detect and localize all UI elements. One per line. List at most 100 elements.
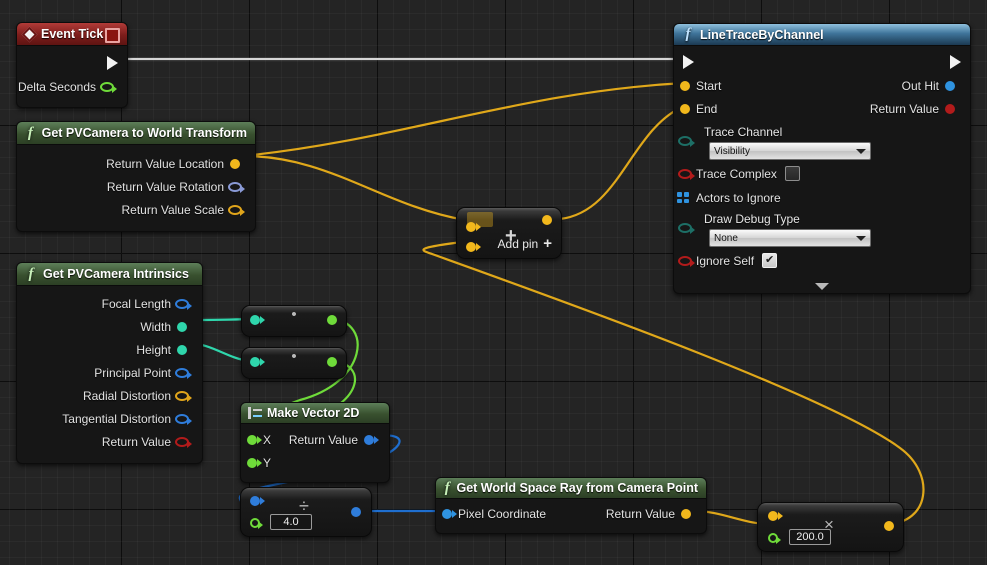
trace-channel-dropdown[interactable]: Visibility <box>709 142 871 160</box>
output-pin-return-value-rotation[interactable]: Return Value Rotation <box>17 175 255 198</box>
vector2d-pin-icon[interactable] <box>175 298 192 310</box>
chevron-down-icon[interactable] <box>815 283 829 290</box>
vector2d-pin-icon[interactable] <box>175 413 192 425</box>
pin-start[interactable] <box>674 80 696 91</box>
node-divide[interactable]: 4.0 ÷ <box>240 487 372 537</box>
output-pin-tangential-distortion[interactable]: Tangential Distortion <box>17 407 202 430</box>
struct-pin-icon[interactable] <box>175 390 192 402</box>
int-pin-icon[interactable] <box>250 357 265 367</box>
chevron-down-icon[interactable] <box>856 235 866 241</box>
ignore-self-checkbox[interactable]: ✔ <box>762 253 778 268</box>
pin-out-hit[interactable] <box>939 80 961 91</box>
float-pin-icon[interactable] <box>768 533 781 544</box>
pin-row-end-returnvalue[interactable]: End Return Value <box>674 97 970 120</box>
bool-pin-icon[interactable] <box>945 103 955 114</box>
pin-row-y[interactable]: Y <box>241 451 389 474</box>
pin-multiply-a[interactable] <box>768 511 783 521</box>
pin-principal-point[interactable] <box>171 367 193 379</box>
pin-row-pixel-coordinate[interactable]: Pixel Coordinate Return Value <box>436 502 706 525</box>
pin-add-a[interactable] <box>466 222 481 232</box>
pin-divide-result[interactable] <box>351 507 361 517</box>
pin-height[interactable] <box>171 344 193 355</box>
output-pin-return-value-location[interactable]: Return Value Location <box>17 152 255 175</box>
pin-radial-distortion[interactable] <box>171 390 193 402</box>
vector2d-pin-icon[interactable] <box>364 434 379 445</box>
output-pin-return-value-scale[interactable]: Return Value Scale <box>17 198 255 221</box>
pin-conv-width-in[interactable] <box>250 315 265 325</box>
output-pin-focal-length[interactable]: Focal Length <box>17 292 202 315</box>
vector-pin-icon[interactable] <box>680 103 690 114</box>
pin-multiply-b[interactable] <box>768 533 781 544</box>
pin-trace-channel[interactable] <box>674 136 696 147</box>
node-add-vector[interactable]: + Add pin + <box>456 207 562 259</box>
output-pin-height[interactable]: Height <box>17 338 202 361</box>
param-draw-debug-type[interactable]: Draw Debug Type None <box>674 212 970 248</box>
output-pin-return-value[interactable]: Return Value <box>17 430 202 453</box>
pin-width[interactable] <box>171 321 193 332</box>
pin-trace-complex[interactable] <box>674 168 696 180</box>
int-pin-icon[interactable] <box>177 321 187 332</box>
pin-divide-a[interactable] <box>250 496 265 506</box>
vector2d-pin-icon[interactable] <box>250 496 265 506</box>
param-trace-channel[interactable]: Trace Channel Visibility <box>674 125 970 161</box>
param-ignore-self[interactable]: Ignore Self ✔ <box>674 248 970 273</box>
pin-return-value[interactable] <box>171 436 193 448</box>
pin-row-x[interactable]: X Return Value <box>241 428 389 451</box>
pin-actors-to-ignore[interactable] <box>674 192 696 203</box>
float-pin-icon[interactable] <box>247 434 262 445</box>
vector-pin-icon[interactable] <box>884 521 894 531</box>
node-convert-width-to-float[interactable]: • <box>241 305 347 337</box>
draw-debug-type-dropdown[interactable]: None <box>709 229 871 247</box>
plus-icon[interactable]: + <box>543 235 552 252</box>
output-pin-radial-distortion[interactable]: Radial Distortion <box>17 384 202 407</box>
pin-divide-b[interactable] <box>250 518 263 529</box>
int-pin-icon[interactable] <box>177 344 187 355</box>
pin-rotation[interactable] <box>224 181 246 193</box>
rotator-pin-icon[interactable] <box>228 181 245 193</box>
node-make-vector-2d[interactable]: Make Vector 2D X Return Value Y <box>240 402 390 483</box>
float-pin-icon[interactable] <box>247 457 262 468</box>
param-actors-to-ignore[interactable]: Actors to Ignore <box>674 186 970 209</box>
output-pin-delta-seconds[interactable]: Delta Seconds <box>17 75 127 98</box>
node-line-trace-by-channel[interactable]: f LineTraceByChannel Start Out Hit End R… <box>673 23 971 294</box>
exec-out-icon[interactable] <box>950 55 961 69</box>
pin-y[interactable] <box>241 457 263 468</box>
output-pin-principal-point[interactable]: Principal Point <box>17 361 202 384</box>
node-multiply[interactable]: 200.0 × <box>757 502 904 552</box>
vector-pin-icon[interactable] <box>466 222 481 232</box>
vector-pin-icon[interactable] <box>466 242 481 252</box>
exec-output-row[interactable] <box>17 51 127 75</box>
pin-return-value[interactable] <box>358 434 380 445</box>
enum-pin-icon[interactable] <box>678 223 695 234</box>
array-pin-icon[interactable] <box>676 192 689 203</box>
struct-pin-icon[interactable] <box>945 80 955 91</box>
float-pin-icon[interactable] <box>327 315 337 325</box>
pin-tangential-distortion[interactable] <box>171 413 193 425</box>
pin-add-result[interactable] <box>542 215 552 225</box>
pin-return-value[interactable] <box>939 103 961 114</box>
node-convert-height-to-float[interactable]: • <box>241 347 347 379</box>
vector2d-pin-icon[interactable] <box>351 507 361 517</box>
pin-multiply-result[interactable] <box>884 521 894 531</box>
pin-ignore-self[interactable] <box>674 255 696 267</box>
exec-out-icon[interactable] <box>107 56 118 70</box>
int-pin-icon[interactable] <box>250 315 265 325</box>
pin-pixel-coordinate[interactable] <box>436 508 458 519</box>
pin-row-start-outhit[interactable]: Start Out Hit <box>674 74 970 97</box>
float-pin-icon[interactable] <box>250 518 263 529</box>
pin-return-value[interactable] <box>675 508 697 519</box>
pin-draw-debug-type[interactable] <box>674 223 696 234</box>
pin-conv-width-out[interactable] <box>327 315 337 325</box>
chevron-down-icon[interactable] <box>856 148 866 154</box>
vector2d-pin-icon[interactable] <box>442 508 457 519</box>
float-pin-icon[interactable] <box>100 81 117 93</box>
pin-conv-height-out[interactable] <box>327 357 337 367</box>
vector-pin-icon[interactable] <box>230 158 240 169</box>
pin-x[interactable] <box>241 434 263 445</box>
vector-pin-icon[interactable] <box>680 80 690 91</box>
node-event-tick[interactable]: Event Tick Delta Seconds <box>16 22 128 108</box>
bool-pin-icon[interactable] <box>175 436 192 448</box>
vector-pin-icon[interactable] <box>681 508 691 519</box>
enum-pin-icon[interactable] <box>678 136 695 147</box>
vector2d-pin-icon[interactable] <box>175 367 192 379</box>
